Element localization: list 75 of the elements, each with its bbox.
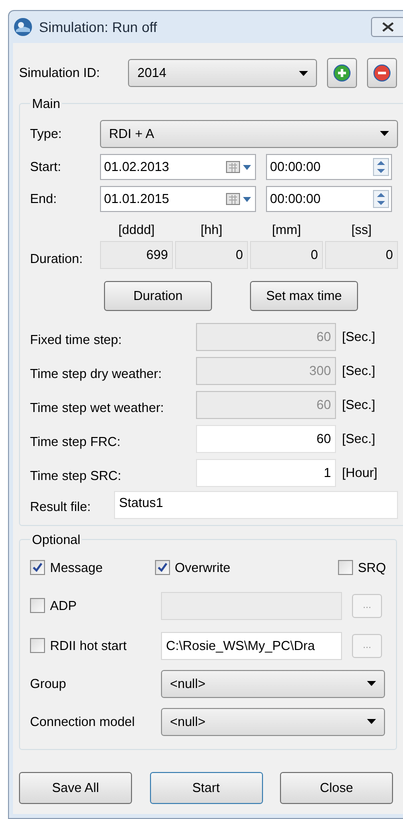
checkbox-label: Overwrite xyxy=(174,558,230,577)
checkbox[interactable] xyxy=(30,598,45,613)
checkbox-label: RDII hot start xyxy=(50,636,127,655)
remove-button[interactable] xyxy=(367,58,397,88)
checkbox[interactable] xyxy=(30,560,45,575)
close-icon xyxy=(382,22,394,32)
close-button[interactable] xyxy=(371,17,403,37)
caret-icon xyxy=(380,131,389,136)
group-title: Main xyxy=(31,95,62,113)
button[interactable]: Save All xyxy=(19,772,132,804)
number-field[interactable]: 60 xyxy=(196,425,336,453)
caret-icon xyxy=(299,70,308,76)
checkbox-label: ADP xyxy=(50,596,77,615)
duration-field: 0 xyxy=(175,241,248,269)
duration-field: 0 xyxy=(250,241,323,269)
date-field[interactable]: 01.02.2013 xyxy=(100,154,256,180)
button[interactable]: Close xyxy=(280,772,393,804)
number-field: 60 xyxy=(196,391,336,419)
checkbox[interactable] xyxy=(154,560,170,575)
field-label: Fixed time step: xyxy=(30,331,123,350)
field-label: Start: xyxy=(30,158,62,176)
column-header: [mm] xyxy=(271,220,302,239)
caret-icon xyxy=(367,719,376,724)
unit-label: [Sec.] xyxy=(342,362,376,380)
field-label: Time step wet weather: xyxy=(30,399,165,418)
group-title: Optional xyxy=(31,531,82,549)
minus-icon xyxy=(373,64,392,82)
calendar-dropdown-icon xyxy=(226,160,252,172)
duration-field: 0 xyxy=(325,241,398,269)
button[interactable]: Set max time xyxy=(250,281,358,311)
field-label: Time step FRC: xyxy=(30,433,122,452)
add-button[interactable] xyxy=(327,58,358,88)
calendar-dropdown-icon xyxy=(226,192,252,204)
unit-label: [Sec.] xyxy=(342,396,376,414)
path-field[interactable]: C:\Rosie_WS\My_PC\Dra xyxy=(161,632,342,660)
dropdown[interactable]: 2014 xyxy=(128,59,318,87)
button[interactable]: Start xyxy=(150,772,262,804)
unit-label: [Sec.] xyxy=(342,328,376,346)
plus-icon xyxy=(333,64,352,82)
field-label: Result file: xyxy=(30,498,92,516)
field-label: Time step dry weather: xyxy=(30,365,163,384)
number-field[interactable]: 1 xyxy=(196,459,336,487)
column-header: [ss] xyxy=(350,220,373,239)
column-header: [dddd] xyxy=(117,220,156,239)
field-label: Duration: xyxy=(30,250,84,268)
field-label: End: xyxy=(30,190,58,208)
dropdown[interactable]: <null> xyxy=(161,708,385,736)
app-logo-icon xyxy=(13,17,33,37)
time-field[interactable]: 00:00:00 xyxy=(266,186,392,212)
date-field[interactable]: 01.01.2015 xyxy=(100,186,256,212)
column-header: [hh] xyxy=(200,220,224,239)
caret-icon xyxy=(367,681,376,686)
time-field[interactable]: 00:00:00 xyxy=(266,154,392,180)
window-title: Simulation: Run off xyxy=(39,18,158,36)
spinner-icon xyxy=(373,190,389,208)
text-field[interactable]: Status1 xyxy=(114,491,398,519)
checkbox[interactable] xyxy=(30,638,45,653)
field-label: Simulation ID: xyxy=(19,64,101,82)
unit-label: [Sec.] xyxy=(342,430,376,448)
dropdown[interactable]: RDI + A xyxy=(100,120,398,148)
field-label: Group xyxy=(30,674,68,693)
button[interactable]: Duration xyxy=(104,281,212,311)
number-field: 300 xyxy=(196,357,336,385)
path-field[interactable] xyxy=(161,592,342,620)
number-field: 60 xyxy=(196,323,336,351)
field-label: Connection model xyxy=(30,712,136,731)
checkbox-label: Message xyxy=(50,558,103,577)
dropdown[interactable]: <null> xyxy=(161,670,385,698)
checkbox[interactable] xyxy=(338,560,353,575)
checkbox-label: SRQ xyxy=(358,558,386,577)
field-label: Type: xyxy=(30,124,63,143)
duration-field: 699 xyxy=(100,241,173,269)
spinner-icon xyxy=(373,158,389,176)
field-label: Time step SRC: xyxy=(30,467,122,486)
unit-label: [Hour] xyxy=(342,464,378,482)
